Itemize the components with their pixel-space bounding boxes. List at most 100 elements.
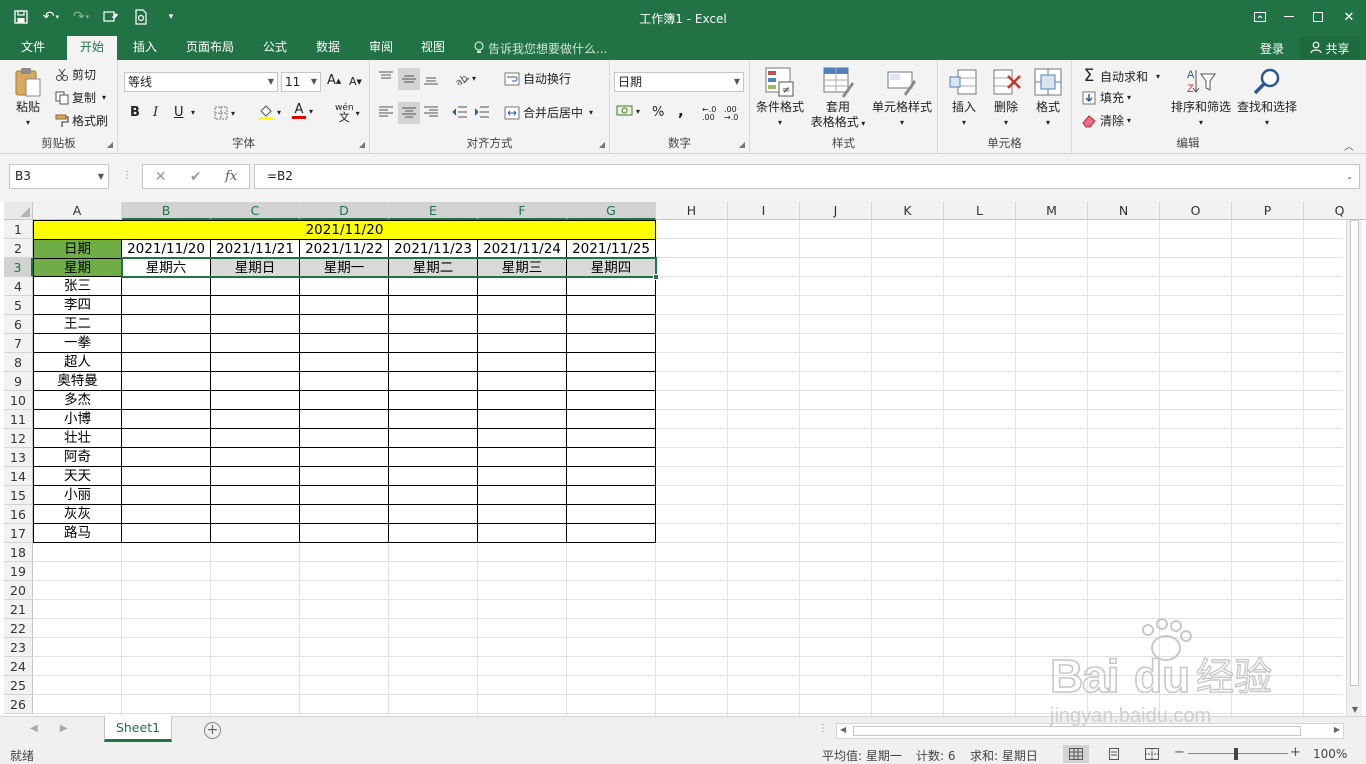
- attendance-cell[interactable]: [211, 505, 300, 524]
- tab-insert[interactable]: 插入: [122, 36, 168, 60]
- name-cell[interactable]: 超人: [33, 353, 122, 372]
- worksheet-grid[interactable]: ▲ ▼ ABCDEFGHIJKLMNOPQ1234567891011121314…: [0, 202, 1366, 716]
- weekday-cell[interactable]: 星期一: [300, 258, 389, 277]
- attendance-cell[interactable]: [300, 296, 389, 315]
- select-all-button[interactable]: [4, 202, 33, 220]
- date-cell[interactable]: 2021/11/20: [122, 239, 211, 258]
- phonetic-button[interactable]: wén 文 ▾: [335, 104, 360, 124]
- name-cell[interactable]: 小丽: [33, 486, 122, 505]
- column-header-n[interactable]: N: [1088, 202, 1160, 220]
- attendance-cell[interactable]: [478, 505, 567, 524]
- name-cell[interactable]: 一拳: [33, 334, 122, 353]
- attendance-cell[interactable]: [300, 429, 389, 448]
- scroll-left-icon[interactable]: ◀: [840, 725, 846, 734]
- attendance-cell[interactable]: [300, 334, 389, 353]
- attendance-cell[interactable]: [300, 391, 389, 410]
- font-size-select[interactable]: 11 ▼: [281, 72, 321, 92]
- scroll-right-icon[interactable]: ▶: [1334, 725, 1340, 734]
- date-cell[interactable]: 2021/11/23: [389, 239, 478, 258]
- comma-button[interactable]: ,: [678, 102, 684, 120]
- column-header-l[interactable]: L: [944, 202, 1016, 220]
- attendance-cell[interactable]: [122, 277, 211, 296]
- row-header-16[interactable]: 16: [4, 505, 33, 524]
- attendance-cell[interactable]: [478, 429, 567, 448]
- formula-bar-splitter[interactable]: ⋮: [122, 170, 132, 181]
- insert-function-icon[interactable]: fx: [225, 169, 237, 184]
- date-cell[interactable]: 2021/11/24: [478, 239, 567, 258]
- attendance-cell[interactable]: [567, 372, 656, 391]
- shrink-font-button[interactable]: A ▼: [349, 75, 362, 88]
- row-header-6[interactable]: 6: [4, 315, 33, 334]
- attendance-cell[interactable]: [122, 315, 211, 334]
- column-header-p[interactable]: P: [1232, 202, 1304, 220]
- attendance-cell[interactable]: [478, 277, 567, 296]
- prev-sheet-icon[interactable]: ◀: [30, 723, 38, 734]
- attendance-cell[interactable]: [389, 296, 478, 315]
- date-cell[interactable]: 2021/11/21: [211, 239, 300, 258]
- row-header-12[interactable]: 12: [4, 429, 33, 448]
- row-header-20[interactable]: 20: [4, 581, 33, 600]
- tab-review[interactable]: 审阅: [358, 36, 404, 60]
- name-cell[interactable]: 多杰: [33, 391, 122, 410]
- fill-button[interactable]: 填充 ▾: [1080, 89, 1131, 106]
- attendance-cell[interactable]: [122, 467, 211, 486]
- attendance-cell[interactable]: [389, 391, 478, 410]
- attendance-cell[interactable]: [122, 486, 211, 505]
- row-header-4[interactable]: 4: [4, 277, 33, 296]
- name-cell[interactable]: 李四: [33, 296, 122, 315]
- share-button[interactable]: 共享: [1300, 37, 1360, 59]
- zoom-out-icon[interactable]: −: [1174, 745, 1185, 760]
- attendance-cell[interactable]: [211, 296, 300, 315]
- tab-data[interactable]: 数据: [305, 36, 351, 60]
- fill-handle[interactable]: [653, 274, 659, 280]
- conditional-formatting-button[interactable]: ≠ 条件格式 ▾: [754, 66, 806, 130]
- column-header-e[interactable]: E: [389, 202, 478, 220]
- row-header-22[interactable]: 22: [4, 619, 33, 638]
- name-cell[interactable]: 壮壮: [33, 429, 122, 448]
- attendance-cell[interactable]: [211, 448, 300, 467]
- row-header-11[interactable]: 11: [4, 410, 33, 429]
- attendance-cell[interactable]: [567, 410, 656, 429]
- name-cell[interactable]: 路马: [33, 524, 122, 543]
- row-header-21[interactable]: 21: [4, 600, 33, 619]
- row-header-9[interactable]: 9: [4, 372, 33, 391]
- clear-button[interactable]: 清除 ▾: [1080, 112, 1131, 129]
- close-icon[interactable]: ✕: [1332, 0, 1366, 34]
- attendance-cell[interactable]: [478, 467, 567, 486]
- dialog-launcher-icon[interactable]: ◢: [107, 140, 113, 149]
- attendance-cell[interactable]: [211, 277, 300, 296]
- column-header-h[interactable]: H: [656, 202, 728, 220]
- row-header-23[interactable]: 23: [4, 638, 33, 657]
- attendance-cell[interactable]: [478, 410, 567, 429]
- cancel-entry-icon[interactable]: ✕: [155, 169, 167, 185]
- page-break-view-icon[interactable]: [1139, 745, 1165, 763]
- orientation-button[interactable]: ab ▾: [454, 71, 476, 85]
- row-header-15[interactable]: 15: [4, 486, 33, 505]
- ribbon-display-options-icon[interactable]: [1245, 0, 1274, 34]
- grow-font-button[interactable]: A ▲: [327, 73, 341, 88]
- name-cell[interactable]: 小博: [33, 410, 122, 429]
- row-header-25[interactable]: 25: [4, 676, 33, 695]
- next-sheet-icon[interactable]: ▶: [60, 723, 68, 734]
- attendance-cell[interactable]: [211, 429, 300, 448]
- date-cell[interactable]: 2021/11/22: [300, 239, 389, 258]
- column-header-g[interactable]: G: [567, 202, 656, 220]
- attendance-cell[interactable]: [478, 296, 567, 315]
- row-header-2[interactable]: 2: [4, 239, 33, 258]
- column-header-j[interactable]: J: [800, 202, 872, 220]
- attendance-cell[interactable]: [389, 524, 478, 543]
- tab-view[interactable]: 视图: [410, 36, 456, 60]
- attendance-cell[interactable]: [122, 391, 211, 410]
- formula-input[interactable]: =B2 ⌄: [254, 164, 1360, 189]
- find-select-button[interactable]: 查找和选择 ▾: [1234, 66, 1300, 130]
- attendance-cell[interactable]: [300, 410, 389, 429]
- zoom-level[interactable]: 100%: [1313, 747, 1347, 761]
- attendance-cell[interactable]: [122, 429, 211, 448]
- attendance-cell[interactable]: [211, 334, 300, 353]
- name-cell[interactable]: 天天: [33, 467, 122, 486]
- tab-home[interactable]: 开始: [67, 36, 117, 60]
- attendance-cell[interactable]: [478, 334, 567, 353]
- increase-indent-icon[interactable]: [474, 105, 490, 119]
- attendance-cell[interactable]: [122, 410, 211, 429]
- attendance-cell[interactable]: [478, 315, 567, 334]
